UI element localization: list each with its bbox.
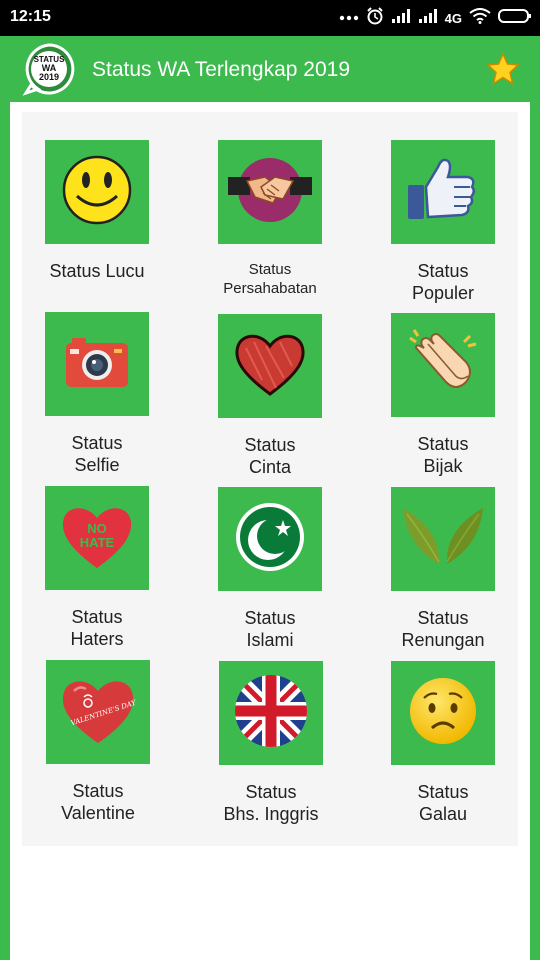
crescent-star-icon <box>233 500 307 579</box>
valentine-heart-icon: VALENTINE'S DAY <box>60 675 138 750</box>
uk-flag-icon <box>234 674 308 753</box>
category-icon-box <box>218 487 322 591</box>
category-label: Status Selfie <box>71 433 123 475</box>
category-label: Status Populer <box>411 261 475 303</box>
thumbs-up-icon <box>404 151 482 234</box>
handshake-icon <box>225 145 315 240</box>
no-hate-heart-icon: NO HATE <box>60 502 134 575</box>
camera-icon <box>64 335 130 394</box>
category-label: Status Haters <box>70 607 124 649</box>
category-status-renungan[interactable]: Status Renungan <box>368 487 518 651</box>
category-icon-box <box>391 313 495 417</box>
main-content: Status Lucu Status Persahabatan Status P… <box>10 102 530 960</box>
clock: 12:15 <box>10 8 51 25</box>
category-status-islami[interactable]: Status Islami <box>195 487 345 651</box>
category-label: Status Persahabatan <box>223 261 317 297</box>
star-icon[interactable] <box>486 52 520 86</box>
category-icon-box <box>218 314 322 418</box>
category-label: Status Valentine <box>61 781 135 823</box>
category-label: Status Lucu <box>49 261 145 281</box>
status-icons: 4G <box>339 6 532 30</box>
category-icon-box <box>391 661 495 765</box>
signal-icon <box>391 8 411 29</box>
category-grid: Status Lucu Status Persahabatan Status P… <box>22 112 518 846</box>
category-label: Status Bhs. Inggris <box>223 782 319 824</box>
category-icon-box <box>391 140 495 244</box>
category-icon-box <box>391 487 495 591</box>
app-title: Status WA Terlengkap 2019 <box>92 58 350 81</box>
category-label: Status Islami <box>244 608 296 650</box>
svg-text:2019: 2019 <box>39 72 59 82</box>
signal-icon <box>418 8 438 29</box>
network-type: 4G <box>444 10 462 26</box>
status-bar: 12:15 4G <box>0 0 540 36</box>
alarm-icon <box>366 6 384 30</box>
category-icon-box <box>45 312 149 416</box>
svg-text:NO: NO <box>87 521 107 536</box>
leaves-icon <box>401 504 485 575</box>
category-icon-box: NO HATE <box>45 486 149 590</box>
category-label: Status Galau <box>417 782 469 824</box>
category-status-lucu[interactable]: Status Lucu <box>22 140 172 282</box>
sad-face-icon <box>408 676 478 751</box>
battery-icon <box>498 8 532 29</box>
svg-text:HATE: HATE <box>80 535 115 550</box>
wifi-icon <box>469 7 491 29</box>
category-status-selfie[interactable]: Status Selfie <box>22 312 172 476</box>
app-logo: STATUS WA 2019 <box>22 42 76 96</box>
heart-icon <box>232 330 308 403</box>
category-icon-box: VALENTINE'S DAY <box>46 660 150 764</box>
category-label: Status Cinta <box>244 435 296 477</box>
category-status-bijak[interactable]: Status Bijak <box>368 313 518 477</box>
category-label: Status Renungan <box>401 608 485 650</box>
category-icon-box <box>45 140 149 244</box>
smiley-face-icon <box>61 154 133 231</box>
category-status-valentine[interactable]: VALENTINE'S DAY Status Valentine <box>23 660 173 824</box>
category-icon-box <box>218 140 322 244</box>
app-bar: STATUS WA 2019 Status WA Terlengkap 2019 <box>10 36 530 102</box>
category-icon-box <box>219 661 323 765</box>
category-status-haters[interactable]: NO HATE Status Haters <box>22 486 172 650</box>
category-status-bhs-inggris[interactable]: Status Bhs. Inggris <box>196 661 346 825</box>
more-dots-icon <box>339 9 359 27</box>
category-status-cinta[interactable]: Status Cinta <box>195 314 345 478</box>
clapping-hands-icon <box>406 326 480 405</box>
category-status-populer[interactable]: Status Populer <box>368 140 518 304</box>
category-label: Status Bijak <box>417 434 469 476</box>
category-status-persahabatan[interactable]: Status Persahabatan <box>195 140 345 298</box>
category-status-galau[interactable]: Status Galau <box>368 661 518 825</box>
